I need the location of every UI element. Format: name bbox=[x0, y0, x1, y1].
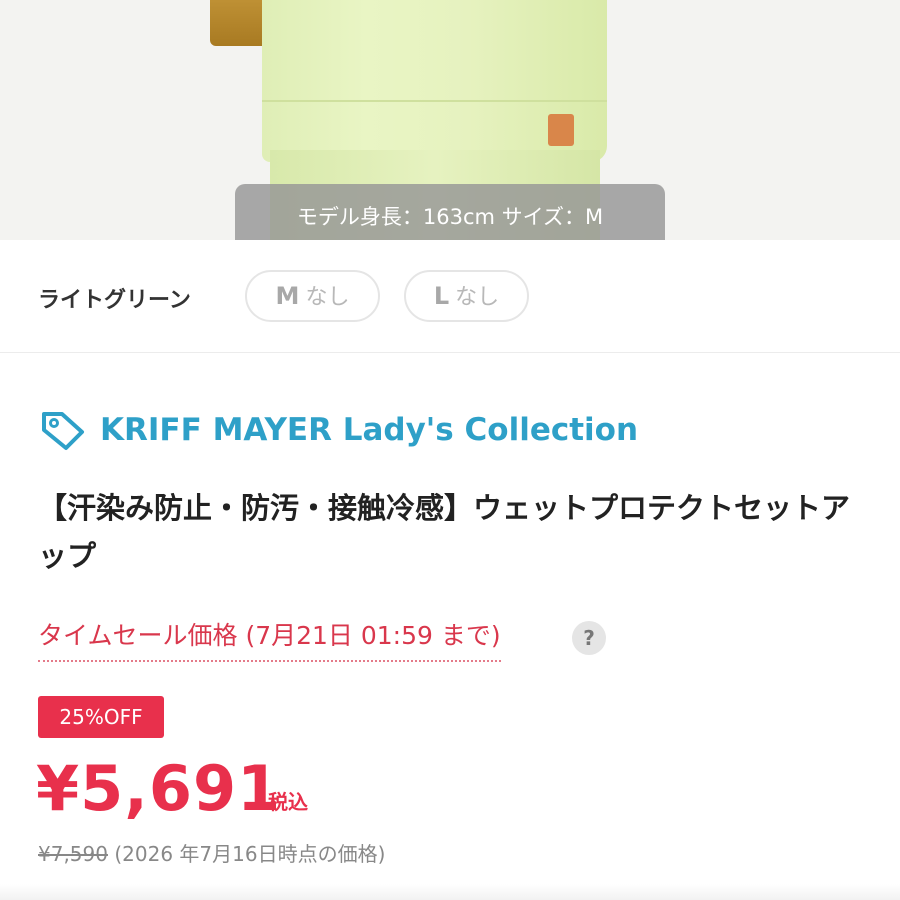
brand-link[interactable]: KRIFF MAYER Lady's Collection bbox=[38, 408, 638, 452]
variant-row: ライトグリーン M なし L なし bbox=[0, 242, 900, 353]
brand-name: KRIFF MAYER Lady's Collection bbox=[100, 412, 639, 448]
original-price: ¥7,590 bbox=[38, 842, 108, 866]
size-chip-status: なし bbox=[305, 285, 350, 310]
model-size-caption: モデル身長：163cm サイズ：M bbox=[235, 184, 665, 240]
sale-price: ¥5,691 bbox=[36, 752, 282, 825]
original-price-note: (2026 年7月16日時点の価格) bbox=[114, 842, 386, 866]
brand-label-patch bbox=[548, 114, 574, 146]
bag-illustration bbox=[210, 0, 268, 46]
size-chip-l[interactable]: L なし bbox=[404, 270, 529, 322]
discount-badge: 25%OFF bbox=[38, 696, 164, 738]
size-chip-m[interactable]: M なし bbox=[245, 270, 380, 322]
size-chip-label: M bbox=[275, 282, 300, 310]
help-icon[interactable]: ? bbox=[572, 621, 606, 655]
tax-label: 税込 bbox=[268, 790, 308, 814]
tag-icon bbox=[42, 412, 84, 450]
product-image[interactable]: モデル身長：163cm サイズ：M bbox=[0, 0, 900, 240]
original-price-row: ¥7,590 (2026 年7月16日時点の価格) bbox=[38, 838, 385, 867]
shirt-hem bbox=[262, 100, 607, 102]
time-sale-label[interactable]: タイムセール価格 (7月21日 01:59 まで) bbox=[38, 616, 501, 662]
product-title: 【汗染み防止・防汚・接触冷感】ウェットプロテクトセットアップ bbox=[38, 491, 851, 573]
divider bbox=[0, 884, 900, 900]
color-name: ライトグリーン bbox=[38, 288, 191, 313]
size-chip-label: L bbox=[433, 282, 450, 310]
size-chip-status: なし bbox=[455, 285, 500, 310]
